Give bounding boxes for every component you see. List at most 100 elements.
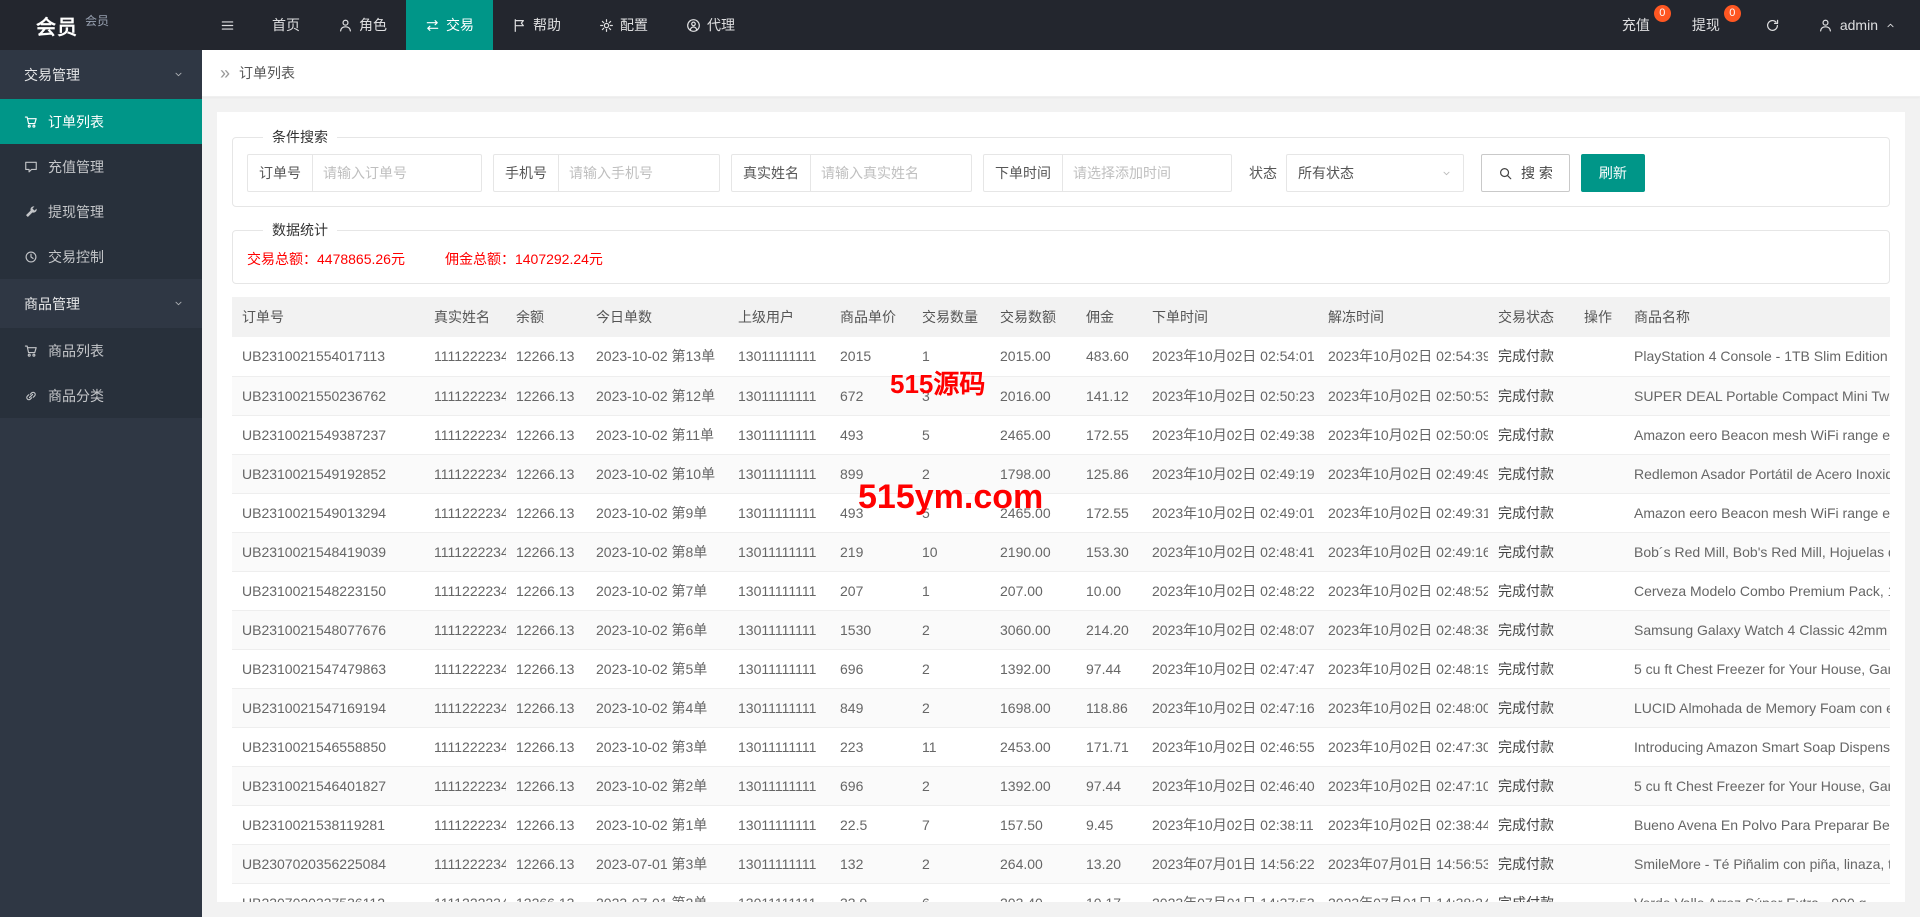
- cell-quantity: 6: [912, 883, 990, 902]
- cell-real-name: 11112222345: [424, 337, 506, 377]
- cell-unit-price: 1530: [830, 610, 912, 650]
- clock-icon: [25, 251, 37, 262]
- cell-amount: 2015.00: [990, 337, 1076, 377]
- real-name-input[interactable]: [811, 155, 971, 191]
- cell-product-name: PlayStation 4 Console - 1TB Slim Edition: [1624, 337, 1890, 377]
- cell-trade-status: 完成付款: [1488, 571, 1574, 611]
- cell-amount: 3060.00: [990, 610, 1076, 650]
- sidebar-item-order-list[interactable]: 订单列表: [0, 99, 202, 144]
- withdraw-button[interactable]: 提现 0: [1676, 0, 1746, 50]
- order-row: UB2310021547169194 11112222345 12266.13 …: [232, 688, 1890, 728]
- real-name-group: 真实姓名: [731, 154, 972, 192]
- cell-order-time: 2023年10月02日 02:48:41: [1142, 532, 1318, 572]
- recharge-button[interactable]: 充值 0: [1606, 0, 1676, 50]
- order-time-group: 下单时间: [983, 154, 1232, 192]
- search-legend: 条件搜索: [272, 129, 328, 145]
- cell-order-no: UB2310021549013294: [232, 493, 424, 533]
- nav-item-config[interactable]: 配置: [580, 0, 667, 50]
- top-nav: 首页 角色 交易 帮助 配置 代理: [253, 0, 754, 50]
- cell-parent-user: 13011111111: [728, 376, 830, 416]
- sidebar-group-product[interactable]: 商品管理: [0, 279, 202, 328]
- cell-action: [1574, 766, 1624, 806]
- cell-balance: 12266.13: [506, 688, 586, 728]
- cell-order-time: 2023年07月01日 14:56:22: [1142, 844, 1318, 884]
- cell-balance: 12266.13: [506, 493, 586, 533]
- cell-parent-user: 13011111111: [728, 532, 830, 572]
- nav-label: 交易: [446, 17, 474, 33]
- stats-legend: 数据统计: [272, 222, 328, 238]
- cell-amount: 2465.00: [990, 415, 1076, 455]
- cell-commission: 118.86: [1076, 688, 1142, 728]
- app-logo[interactable]: 会员 会员: [0, 0, 202, 50]
- breadcrumb: » 订单列表: [202, 50, 1920, 97]
- user-menu[interactable]: admin: [1799, 0, 1920, 50]
- status-select[interactable]: 所有状态: [1286, 154, 1464, 192]
- sidebar-item-product-list[interactable]: 商品列表: [0, 328, 202, 373]
- order-row: UB2310021538119281 11112222345 12266.13 …: [232, 805, 1890, 845]
- sidebar-item-withdraw[interactable]: 提现管理: [0, 189, 202, 234]
- cell-real-name: 11112222345: [424, 688, 506, 728]
- sidebar-group-trade[interactable]: 交易管理: [0, 50, 202, 99]
- cell-order-no: UB2310021548419039: [232, 532, 424, 572]
- nav-item-roles[interactable]: 角色: [319, 0, 406, 50]
- column-header: 交易数量: [912, 297, 990, 337]
- order-no-input[interactable]: [313, 155, 481, 191]
- cell-unit-price: 22.5: [830, 805, 912, 845]
- order-row: UB2310021549192852 11112222345 12266.13 …: [232, 454, 1890, 494]
- chevron-down-icon: [175, 72, 182, 77]
- search-button[interactable]: 搜 索: [1481, 154, 1570, 192]
- cell-real-name: 11112222345: [424, 727, 506, 767]
- nav-item-home[interactable]: 首页: [253, 0, 319, 50]
- sidebar-item-trade-control[interactable]: 交易控制: [0, 234, 202, 279]
- breadcrumb-current: 订单列表: [239, 65, 296, 81]
- cell-balance: 12266.13: [506, 337, 586, 377]
- cell-order-no: UB2310021546401827: [232, 766, 424, 806]
- column-header: 交易状态: [1488, 297, 1574, 337]
- cell-amount: 203.40: [990, 883, 1076, 902]
- refresh-page-button[interactable]: [1746, 0, 1799, 50]
- cell-parent-user: 13011111111: [728, 727, 830, 767]
- cell-real-name: 11112222345: [424, 571, 506, 611]
- sidebar-collapse-button[interactable]: [202, 0, 253, 50]
- cell-today-orders: 2023-10-02 第10单: [586, 454, 728, 494]
- cell-trade-status: 完成付款: [1488, 376, 1574, 416]
- order-row: UB2310021550236762 11112222345 12266.13 …: [232, 376, 1890, 416]
- top-header: 会员 会员 首页 角色 交易 帮助 配置 代理 充值 0 提现 0 admin: [0, 0, 1920, 50]
- cell-commission: 172.55: [1076, 415, 1142, 455]
- sidebar-item-label: 提现管理: [48, 203, 104, 220]
- nav-item-help[interactable]: 帮助: [493, 0, 580, 50]
- withdraw-label: 提现: [1691, 17, 1720, 33]
- cell-trade-status: 完成付款: [1488, 415, 1574, 455]
- cell-commission: 10.00: [1076, 571, 1142, 611]
- nav-item-trade[interactable]: 交易: [406, 0, 493, 50]
- cell-action: [1574, 727, 1624, 767]
- cell-quantity: 3: [912, 376, 990, 416]
- chevron-up-icon: [1887, 23, 1894, 27]
- cell-unfreeze-time: 2023年10月02日 02:48:52: [1318, 571, 1488, 611]
- phone-input[interactable]: [559, 155, 719, 191]
- order-time-input[interactable]: [1063, 155, 1231, 191]
- sidebar-item-recharge[interactable]: 充值管理: [0, 144, 202, 189]
- stats-fieldset: 数据统计 交易总额：4478865.26元 佣金总额：1407292.24元: [232, 220, 1890, 284]
- cell-today-orders: 2023-10-02 第6单: [586, 610, 728, 650]
- cell-order-no: UB2310021547479863: [232, 649, 424, 689]
- cell-action: [1574, 649, 1624, 689]
- sidebar-item-product-category[interactable]: 商品分类: [0, 373, 202, 418]
- cell-amount: 2190.00: [990, 532, 1076, 572]
- cell-order-no: UB2310021538119281: [232, 805, 424, 845]
- cell-unfreeze-time: 2023年10月02日 02:48:38: [1318, 610, 1488, 650]
- cell-trade-status: 完成付款: [1488, 454, 1574, 494]
- cell-unit-price: 493: [830, 493, 912, 533]
- sidebar-group-label: 交易管理: [24, 66, 80, 83]
- cell-quantity: 1: [912, 337, 990, 377]
- nav-item-agent[interactable]: 代理: [667, 0, 754, 50]
- cell-today-orders: 2023-10-02 第12单: [586, 376, 728, 416]
- refresh-list-button[interactable]: 刷新: [1580, 154, 1645, 192]
- cell-balance: 12266.13: [506, 376, 586, 416]
- cell-parent-user: 13011111111: [728, 805, 830, 845]
- cell-commission: 141.12: [1076, 376, 1142, 416]
- user-icon: [1819, 19, 1831, 32]
- nav-label: 配置: [620, 17, 648, 33]
- cell-parent-user: 13011111111: [728, 454, 830, 494]
- cell-order-time: 2023年10月02日 02:49:38: [1142, 415, 1318, 455]
